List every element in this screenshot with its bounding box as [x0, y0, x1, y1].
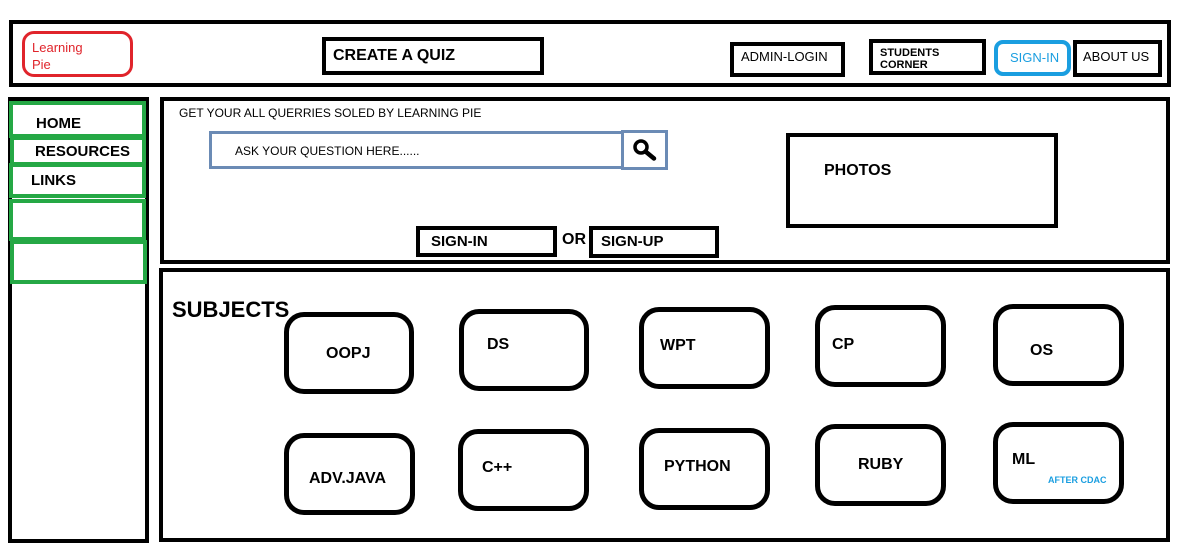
subject-label: OS	[1030, 342, 1054, 359]
sidebar-item-empty[interactable]	[9, 199, 146, 241]
subject-card-cp[interactable]: CP	[815, 305, 946, 387]
hero-tagline: GET YOUR ALL QUERRIES SOLED BY LEARNING …	[179, 106, 482, 120]
subject-card-cpp[interactable]: C++	[458, 429, 589, 511]
subject-card-ds[interactable]: DS	[459, 309, 589, 391]
sidebar-item-home[interactable]: HOME	[9, 101, 146, 138]
sidebar-item-links[interactable]: LINKS	[9, 163, 146, 198]
subject-label: PYTHON	[664, 458, 731, 475]
subject-card-wpt[interactable]: WPT	[639, 307, 770, 389]
logo[interactable]: Learning Pie	[22, 31, 133, 77]
subject-card-oopj[interactable]: OOPJ	[284, 312, 414, 394]
subject-card-ml[interactable]: ML AFTER CDAC	[993, 422, 1124, 504]
sidebar-item-resources[interactable]: RESOURCES	[10, 136, 146, 166]
after-cdac-note: AFTER CDAC	[1048, 475, 1107, 485]
or-separator: OR	[562, 231, 586, 248]
sidebar-item-label: RESOURCES	[35, 143, 131, 160]
logo-line1: Learning	[32, 40, 83, 55]
sign-up-button[interactable]: SIGN-UP	[589, 226, 719, 258]
subject-label: OOPJ	[326, 345, 371, 362]
sidebar-item-empty[interactable]	[10, 240, 147, 284]
sidebar-item-label: HOME	[36, 115, 81, 132]
sidebar-item-label: LINKS	[31, 172, 76, 189]
subject-label: DS	[487, 336, 510, 353]
logo-line2: Pie	[32, 57, 51, 72]
subjects-title: SUBJECTS	[172, 297, 290, 322]
subject-card-adv-java[interactable]: ADV.JAVA	[284, 433, 415, 515]
subject-card-os[interactable]: OS	[993, 304, 1124, 386]
subject-card-ruby[interactable]: RUBY	[815, 424, 946, 506]
search-button[interactable]	[621, 130, 668, 170]
subject-label: WPT	[660, 337, 696, 354]
subject-label: ADV.JAVA	[309, 470, 387, 487]
create-quiz-button[interactable]: CREATE A QUIZ	[322, 37, 544, 75]
admin-login-button[interactable]: ADMIN-LOGIN	[730, 42, 845, 77]
subject-label: RUBY	[858, 456, 904, 473]
header-sign-in-button[interactable]: SIGN-IN	[994, 40, 1071, 76]
sign-in-button[interactable]: SIGN-IN	[416, 226, 557, 257]
subject-label: C++	[482, 459, 513, 476]
photos-box: PHOTOS	[786, 133, 1058, 228]
subject-card-python[interactable]: PYTHON	[639, 428, 770, 510]
about-us-button[interactable]: ABOUT US	[1073, 40, 1162, 77]
search-input[interactable]: ASK YOUR QUESTION HERE......	[209, 131, 624, 169]
magnifier-icon	[632, 139, 656, 161]
students-corner-button[interactable]: STUDENTS CORNER	[869, 39, 986, 75]
subject-label: ML	[1012, 451, 1036, 468]
subject-label: CP	[832, 336, 855, 353]
